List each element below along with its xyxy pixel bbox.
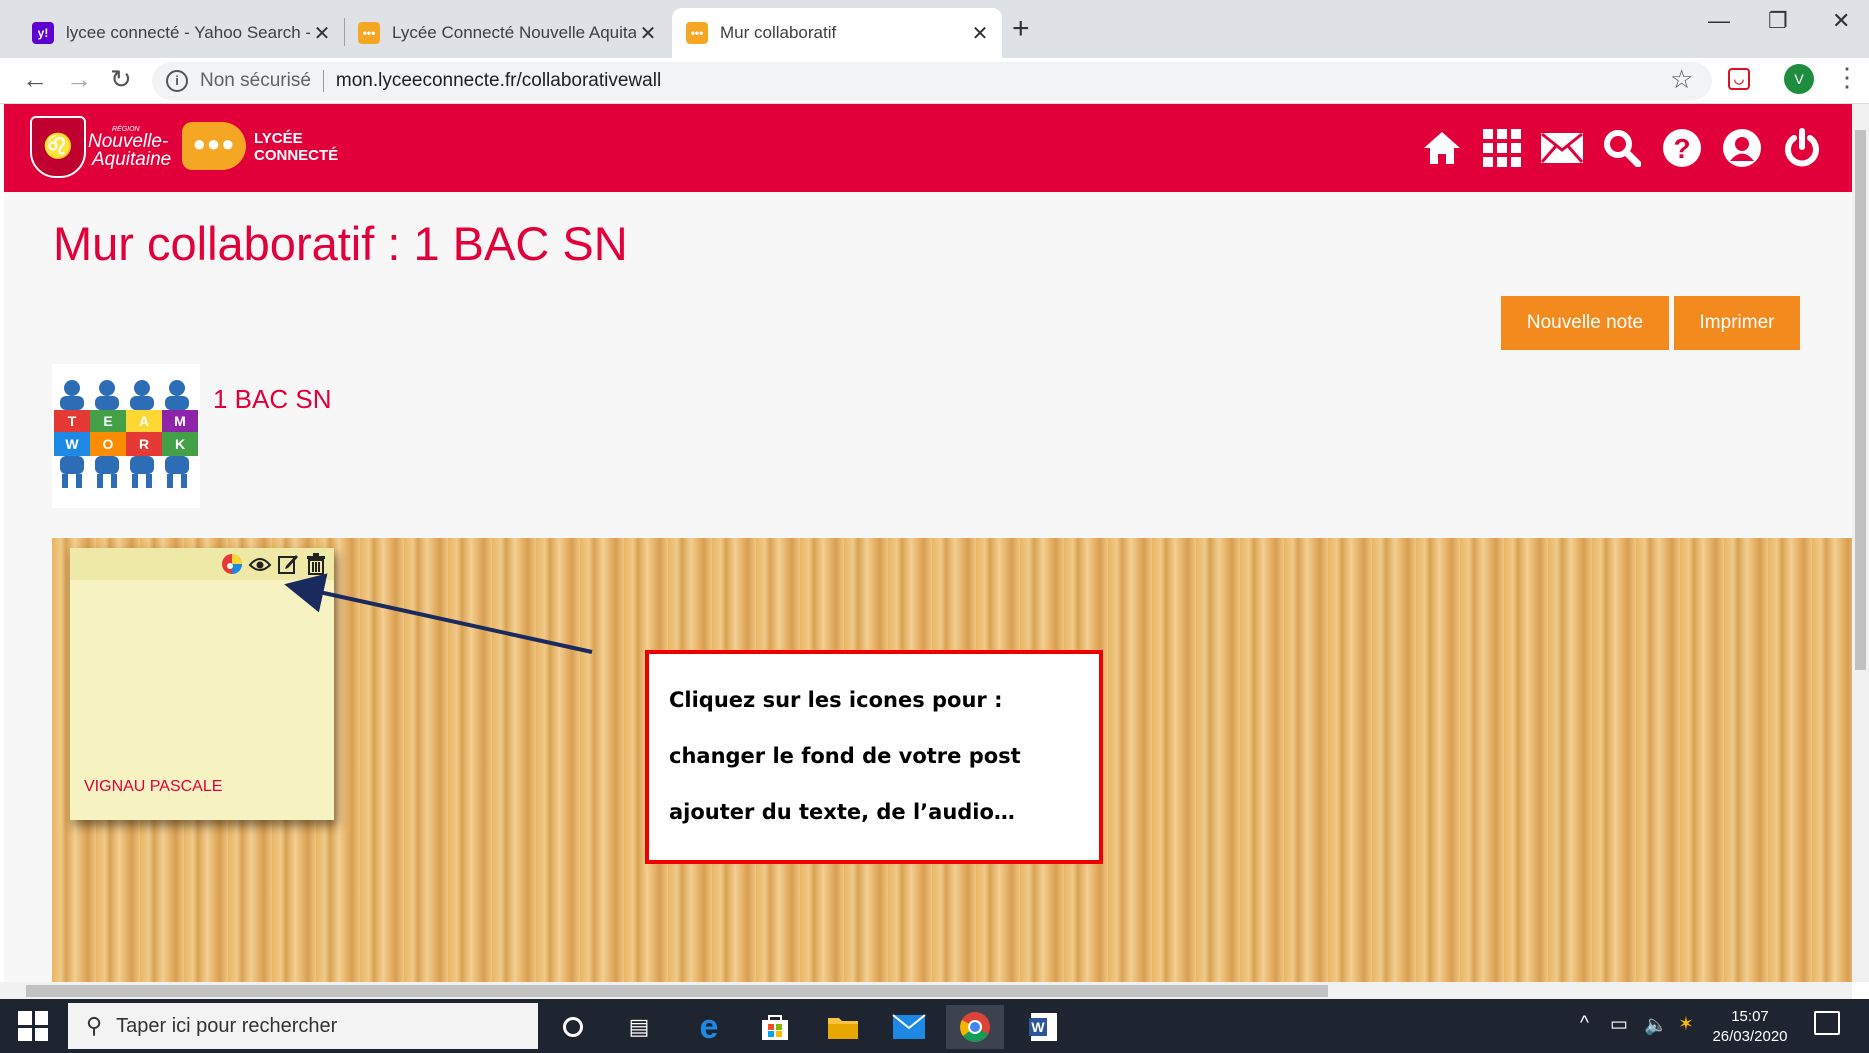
instruction-callout: Cliquez sur les icones pour : changer le… xyxy=(645,650,1103,864)
puzzle-letter: W xyxy=(65,436,79,452)
header-icons: ? xyxy=(1412,120,1832,176)
cortana-icon[interactable] xyxy=(544,1005,602,1049)
note-toolbar xyxy=(70,548,334,580)
power-icon[interactable] xyxy=(1772,120,1832,176)
task-view-icon[interactable]: ▤ xyxy=(610,1005,668,1049)
taskbar-search-box[interactable]: ⚲ Taper ici pour rechercher xyxy=(68,1003,538,1049)
search-icon[interactable] xyxy=(1592,120,1652,176)
mail-icon[interactable] xyxy=(1532,120,1592,176)
search-icon: ⚲ xyxy=(86,1013,103,1038)
browser-tab-strip: y! lycee connecté - Yahoo Search - ✕ •••… xyxy=(0,0,1869,58)
trash-icon[interactable] xyxy=(304,552,328,576)
note-author: VIGNAU PASCALE xyxy=(84,778,223,795)
clock-time: 15:07 xyxy=(1731,1008,1769,1025)
security-label: Non sécurisé xyxy=(200,70,311,91)
user-icon[interactable] xyxy=(1712,120,1772,176)
tray-chevron-icon[interactable]: ^ xyxy=(1580,1013,1589,1035)
close-tab-icon[interactable]: ✕ xyxy=(310,21,334,46)
puzzle-letter: M xyxy=(174,413,186,429)
tab-lycee-connecte[interactable]: ••• Lycée Connecté Nouvelle Aquitai ✕ xyxy=(358,8,660,58)
store-icon[interactable] xyxy=(746,1005,804,1049)
profile-avatar[interactable]: V xyxy=(1784,64,1814,94)
new-tab-button[interactable]: + xyxy=(1012,12,1030,46)
restore-icon[interactable]: ❐ xyxy=(1768,8,1788,34)
help-icon[interactable]: ? xyxy=(1652,120,1712,176)
volume-icon[interactable]: 🔈 xyxy=(1644,1013,1668,1037)
site-header: ♌ RÉGION Nouvelle- Aquitaine ●●● LYCÉE C… xyxy=(4,104,1852,192)
svg-text:W: W xyxy=(1031,1019,1045,1035)
tab-mur-collaboratif[interactable]: ••• Mur collaboratif ✕ xyxy=(672,8,1002,58)
lycee-favicon-icon: ••• xyxy=(358,22,380,44)
chrome-icon[interactable] xyxy=(946,1005,1004,1049)
extension-icon[interactable]: ◡ xyxy=(1728,68,1750,90)
file-explorer-icon[interactable] xyxy=(814,1005,872,1049)
puzzle-letter: A xyxy=(139,413,149,429)
info-icon[interactable]: i xyxy=(166,70,188,92)
minimize-icon[interactable]: — xyxy=(1708,8,1730,34)
page-content: Mur collaboratif : 1 BAC SN Nouvelle not… xyxy=(4,192,1852,982)
callout-line: Cliquez sur les icones pour : xyxy=(669,688,1003,712)
puzzle-letter: O xyxy=(103,436,114,452)
view-eye-icon[interactable] xyxy=(248,552,272,576)
new-note-button[interactable]: Nouvelle note xyxy=(1501,296,1669,350)
close-tab-icon[interactable]: ✕ xyxy=(968,21,992,46)
bookmark-star-icon[interactable]: ☆ xyxy=(1670,64,1693,95)
puzzle-letter: T xyxy=(68,413,77,429)
tab-yahoo-search[interactable]: y! lycee connecté - Yahoo Search - ✕ xyxy=(32,8,334,58)
taskbar-search-placeholder: Taper ici pour rechercher xyxy=(116,1014,338,1037)
horizontal-scrollbar[interactable] xyxy=(0,982,1852,999)
mail-app-icon[interactable] xyxy=(880,1005,938,1049)
kebab-menu-icon[interactable]: ⋮ xyxy=(1834,62,1860,93)
browser-toolbar: ← → ↻ i Non sécurisé mon.lyceeconnecte.f… xyxy=(0,58,1869,104)
horizontal-scroll-thumb[interactable] xyxy=(26,985,1328,997)
region-logo-text: RÉGION Nouvelle- Aquitaine xyxy=(88,126,172,170)
url-text[interactable]: mon.lyceeconnecte.fr/collaborativewall xyxy=(336,70,661,92)
yahoo-favicon-icon: y! xyxy=(32,22,54,44)
vertical-scrollbar[interactable] xyxy=(1852,104,1869,982)
puzzle-letter: R xyxy=(139,436,149,452)
lycee-connecte-bubble-icon[interactable]: ●●● xyxy=(182,122,246,170)
group-teamwork-image: T E A M W O R K xyxy=(52,364,200,508)
notification-badge-icon[interactable]: ✶ xyxy=(1678,1013,1694,1036)
address-bar[interactable]: i Non sécurisé mon.lyceeconnecte.fr/coll… xyxy=(152,62,1712,100)
back-arrow-icon[interactable]: ← xyxy=(22,64,48,95)
action-center-icon[interactable] xyxy=(1814,1011,1840,1035)
lycee-favicon-icon: ••• xyxy=(686,22,708,44)
callout-line: ajouter du texte, de l’audio… xyxy=(669,800,1015,824)
svg-text:?: ? xyxy=(1673,133,1690,164)
apps-grid-icon[interactable] xyxy=(1472,120,1532,176)
clock-date: 26/03/2020 xyxy=(1712,1028,1788,1045)
edit-icon[interactable] xyxy=(276,552,300,576)
tab-separator xyxy=(344,18,345,46)
note-icons xyxy=(220,552,328,576)
close-tab-icon[interactable]: ✕ xyxy=(636,21,660,46)
vertical-scroll-thumb[interactable] xyxy=(1855,130,1866,670)
puzzle-letter: E xyxy=(103,413,112,429)
windows-start-icon[interactable] xyxy=(18,1011,48,1041)
reload-icon[interactable]: ↻ xyxy=(110,64,132,95)
home-icon[interactable] xyxy=(1412,120,1472,176)
forward-arrow-icon[interactable]: → xyxy=(66,64,92,95)
group-name: 1 BAC SN xyxy=(213,384,332,414)
taskbar-clock[interactable]: 15:07 26/03/2020 xyxy=(1710,1007,1790,1047)
region-lion-logo-icon[interactable]: ♌ xyxy=(30,116,86,178)
app-logo-text: LYCÉE CONNECTÉ xyxy=(254,130,339,164)
print-button[interactable]: Imprimer xyxy=(1674,296,1800,350)
sticky-note[interactable]: VIGNAU PASCALE xyxy=(70,548,334,820)
network-icon[interactable]: ▭ xyxy=(1610,1013,1628,1036)
windows-taskbar: ⚲ Taper ici pour rechercher ▤ e W ^ ▭ 🔈 … xyxy=(0,999,1869,1053)
color-palette-icon[interactable] xyxy=(220,552,244,576)
omnibox-divider xyxy=(322,70,324,92)
word-icon[interactable]: W xyxy=(1014,1005,1072,1049)
page-title: Mur collaboratif : 1 BAC SN xyxy=(53,217,628,270)
puzzle-letter: K xyxy=(175,436,185,452)
callout-line: changer le fond de votre post xyxy=(669,744,1021,768)
close-window-icon[interactable]: ✕ xyxy=(1832,8,1850,34)
edge-browser-icon[interactable]: e xyxy=(680,1005,738,1049)
